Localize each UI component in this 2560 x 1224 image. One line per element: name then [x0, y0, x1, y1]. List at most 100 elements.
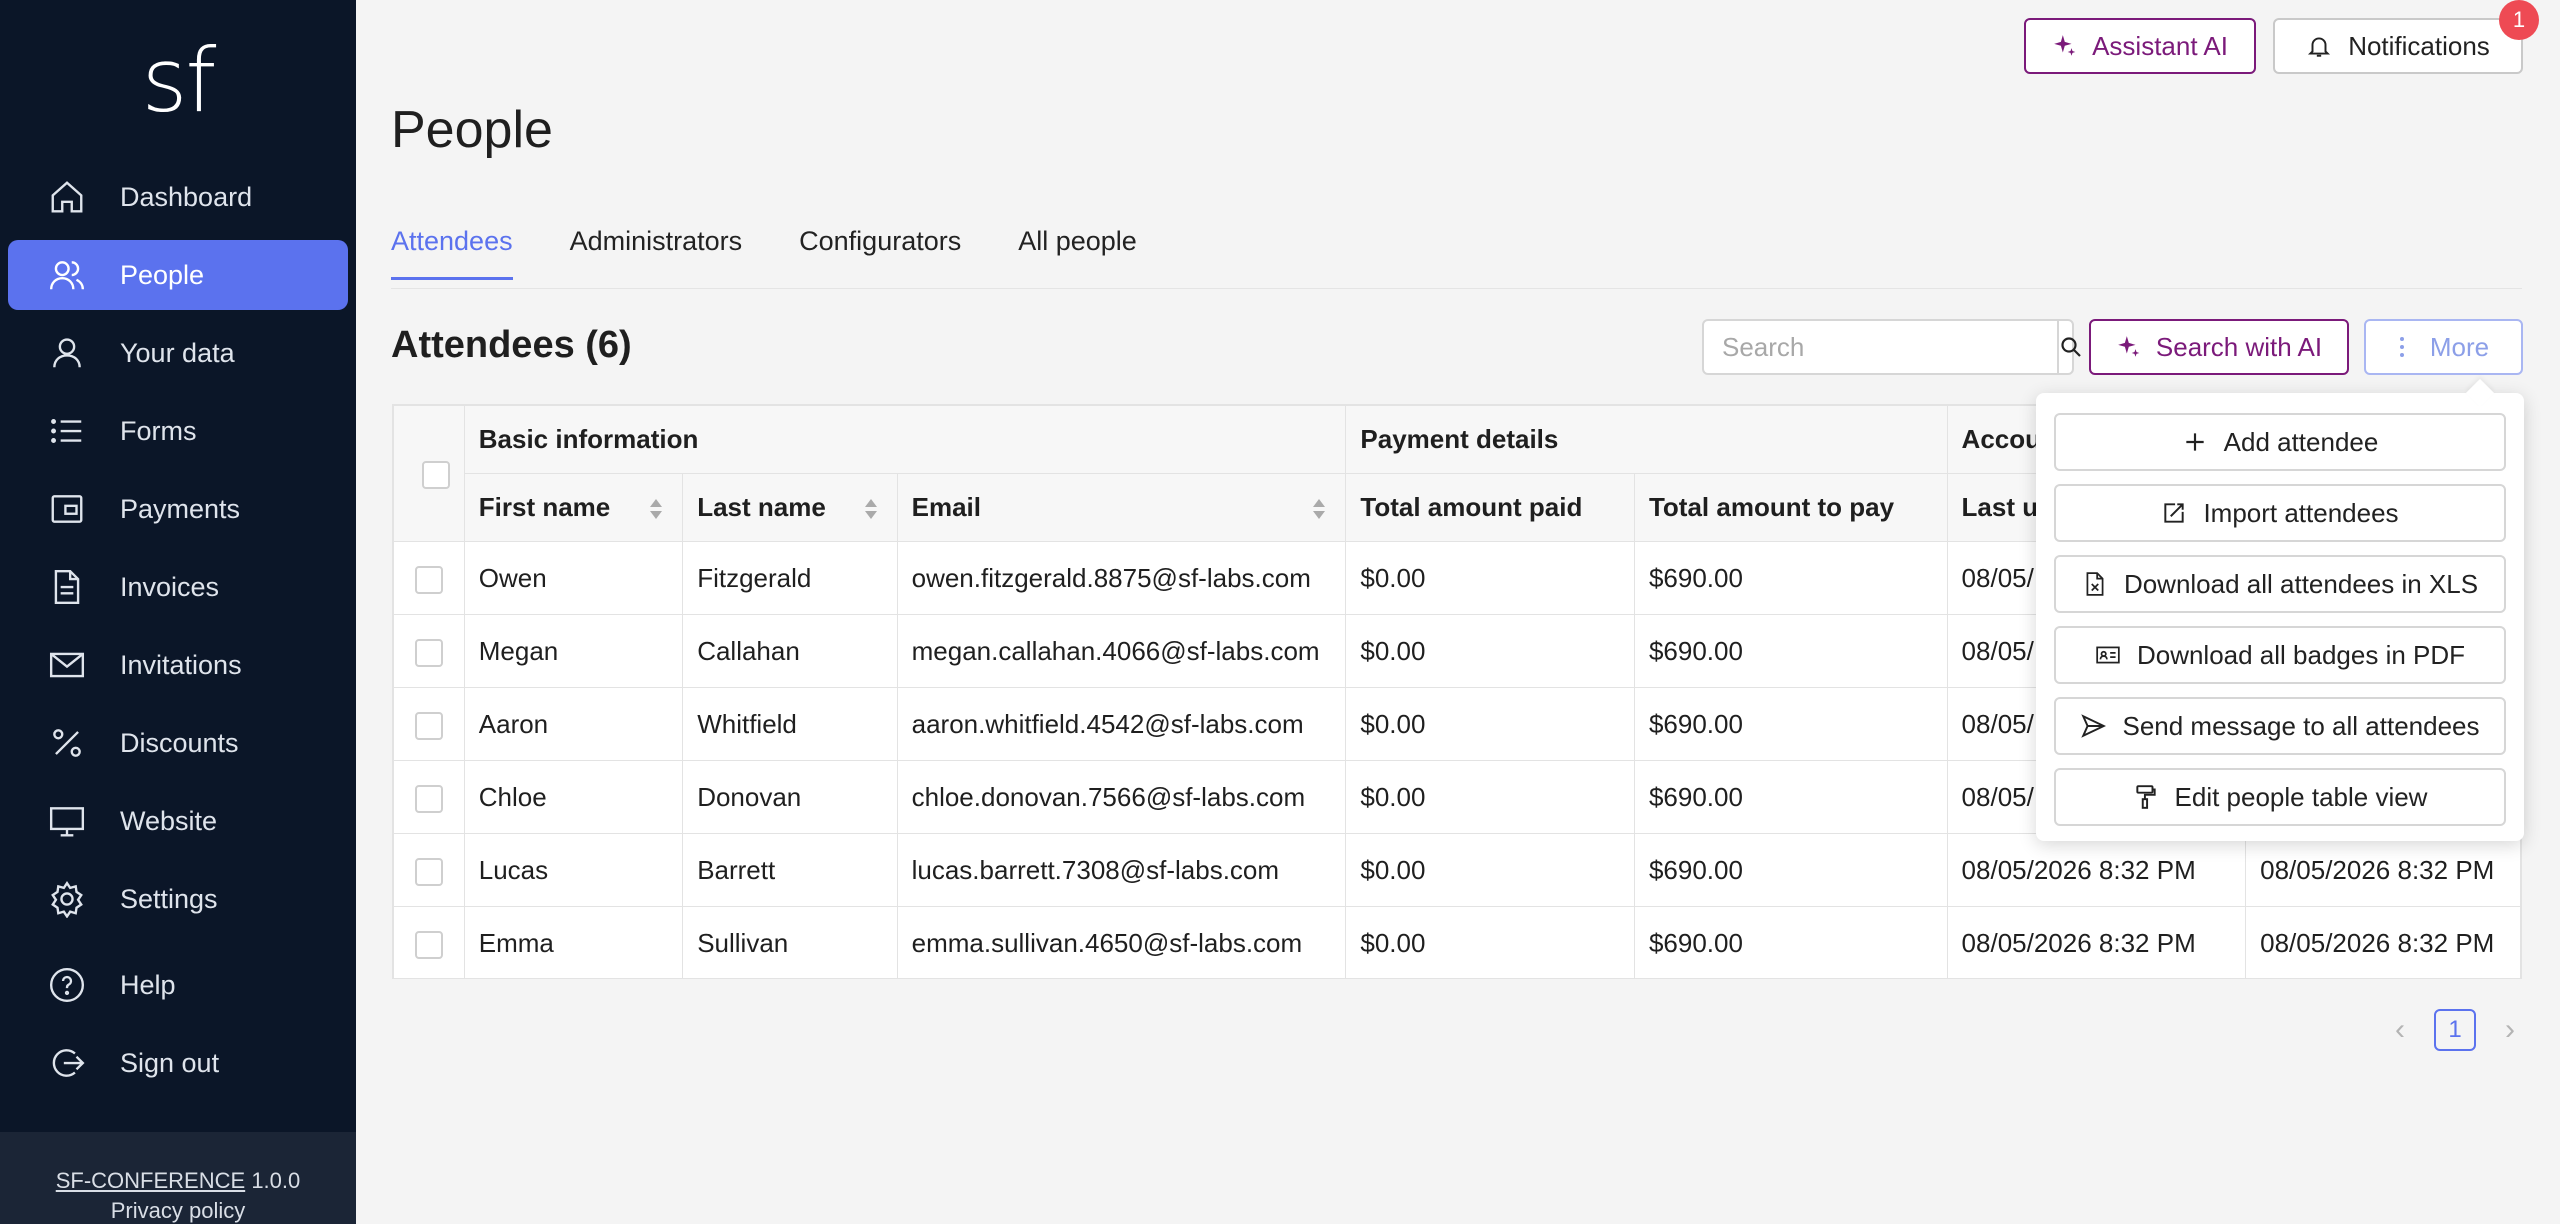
- more-dropdown-menu: Add attendee Import attendees Download a…: [2036, 393, 2524, 841]
- search-input[interactable]: [1704, 321, 2057, 373]
- row-checkbox[interactable]: [414, 565, 443, 594]
- select-all-checkbox[interactable]: [421, 461, 450, 490]
- tab-administrators[interactable]: Administrators: [570, 226, 743, 280]
- sidebar: sf Dashboard People Your data Forms Paym…: [0, 0, 356, 1224]
- people-tabs: Attendees Administrators Configurators A…: [391, 226, 1194, 280]
- row-checkbox[interactable]: [414, 711, 443, 740]
- table-cell: Chloe: [463, 760, 684, 834]
- sidebar-item-website[interactable]: Website: [8, 786, 348, 856]
- table-cell: chloe.donovan.7566@sf-labs.com: [896, 760, 1347, 834]
- sidebar-item-your-data[interactable]: Your data: [8, 318, 348, 388]
- table-cell: $690.00: [1633, 614, 1948, 688]
- privacy-policy-link[interactable]: Privacy policy: [0, 1196, 356, 1224]
- app-name-link[interactable]: SF-CONFERENCE: [56, 1168, 245, 1193]
- prev-page-button[interactable]: ‹: [2380, 1007, 2420, 1053]
- sort-icon: [1313, 499, 1326, 519]
- menu-item-label: Download all badges in PDF: [2136, 639, 2466, 670]
- table-cell: 08/05/2026 8:32 PM: [1946, 906, 2247, 978]
- table-cell: owen.fitzgerald.8875@sf-labs.com: [896, 541, 1347, 615]
- column-total-paid: Total amount paid: [1345, 473, 1635, 542]
- row-select-cell: [393, 541, 465, 615]
- sort-icon: [864, 499, 877, 519]
- row-checkbox[interactable]: [414, 784, 443, 813]
- sidebar-item-forms[interactable]: Forms: [8, 396, 348, 466]
- import-attendees-button[interactable]: Import attendees: [2054, 484, 2506, 542]
- table-cell: Megan: [463, 614, 684, 688]
- table-cell: 08/05/2026 8:32 PM: [1946, 833, 2247, 907]
- more-button[interactable]: More: [2364, 319, 2523, 375]
- row-select-cell: [393, 760, 465, 834]
- table-row[interactable]: Emma Sullivan emma.sullivan.4650@sf-labs.c…: [393, 906, 2521, 978]
- download-badges-button[interactable]: Download all badges in PDF: [2054, 626, 2506, 684]
- add-attendee-button[interactable]: Add attendee: [2054, 413, 2506, 471]
- table-cell: megan.callahan.4066@sf-labs.com: [896, 614, 1347, 688]
- tab-all-people[interactable]: All people: [1018, 226, 1137, 280]
- menu-item-label: Send message to all attendees: [2122, 710, 2480, 741]
- sparkle-icon: [2054, 35, 2076, 56]
- table-cell: $690.00: [1633, 760, 1948, 834]
- table-row[interactable]: Lucas Barrett lucas.barrett.7308@sf-labs.c…: [393, 833, 2521, 907]
- mail-icon: [49, 652, 85, 678]
- group-payment-details: Payment details: [1345, 405, 1948, 474]
- import-icon: [2164, 503, 2185, 523]
- sign-out-icon: [52, 1049, 85, 1077]
- sidebar-item-sign-out[interactable]: Sign out: [8, 1028, 348, 1098]
- sidebar-item-label: Help: [120, 969, 176, 1000]
- download-xls-button[interactable]: Download all attendees in XLS: [2054, 555, 2506, 613]
- column-total-to-pay: Total amount to pay: [1633, 473, 1948, 542]
- table-cell: Donovan: [682, 760, 898, 834]
- tab-attendees[interactable]: Attendees: [391, 226, 513, 280]
- search-button[interactable]: [2057, 321, 2083, 373]
- table-cell: $0.00: [1345, 541, 1635, 615]
- page-title: People: [391, 101, 553, 159]
- row-checkbox[interactable]: [414, 638, 443, 667]
- sidebar-item-label: Your data: [120, 337, 235, 368]
- table-cell: Owen: [463, 541, 684, 615]
- sidebar-item-dashboard[interactable]: Dashboard: [8, 162, 348, 232]
- tabs-divider: [391, 288, 2522, 289]
- menu-item-label: Add attendee: [2223, 426, 2379, 457]
- table-cell: $690.00: [1633, 906, 1948, 978]
- sidebar-item-payments[interactable]: Payments: [8, 474, 348, 544]
- table-cell: aaron.whitfield.4542@sf-labs.com: [896, 687, 1347, 761]
- app-logo: sf: [141, 29, 217, 132]
- column-first-name[interactable]: First name: [463, 473, 684, 542]
- list-icon: [51, 419, 82, 443]
- sidebar-item-invoices[interactable]: Invoices: [8, 552, 348, 622]
- sidebar-footer: SF-CONFERENCE 1.0.0 Privacy policy: [0, 1132, 356, 1224]
- sidebar-item-people[interactable]: People: [8, 240, 348, 310]
- xls-file-icon: [2086, 572, 2104, 596]
- menu-item-label: Import attendees: [2203, 497, 2399, 528]
- assistant-ai-button[interactable]: Assistant AI: [2024, 18, 2256, 74]
- tab-configurators[interactable]: Configurators: [799, 226, 961, 280]
- menu-item-label: Edit people table view: [2174, 781, 2428, 812]
- notifications-button[interactable]: Notifications: [2273, 18, 2523, 74]
- chevron-right-icon: ›: [2505, 1013, 2515, 1046]
- edit-table-view-button[interactable]: Edit people table view: [2054, 768, 2506, 826]
- sidebar-item-label: Invitations: [120, 649, 242, 680]
- table-cell: $690.00: [1633, 833, 1948, 907]
- page-number-button[interactable]: 1: [2434, 1009, 2476, 1051]
- row-select-cell: [393, 833, 465, 907]
- table-cell: emma.sullivan.4650@sf-labs.com: [896, 906, 1347, 978]
- sidebar-item-settings[interactable]: Settings: [8, 864, 348, 934]
- sparkle-icon: [2118, 336, 2140, 357]
- row-checkbox[interactable]: [414, 930, 443, 959]
- next-page-button[interactable]: ›: [2490, 1007, 2530, 1053]
- row-checkbox[interactable]: [414, 857, 443, 886]
- sidebar-item-help[interactable]: Help: [8, 950, 348, 1020]
- row-select-cell: [393, 906, 465, 978]
- document-icon: [54, 569, 80, 605]
- table-cell: 08/05/2026 8:32 PM: [2245, 906, 2521, 978]
- sidebar-item-invitations[interactable]: Invitations: [8, 630, 348, 700]
- people-icon: [49, 261, 85, 290]
- search-icon: [2061, 337, 2081, 357]
- search-with-ai-button[interactable]: Search with AI: [2089, 319, 2349, 375]
- section-title: Attendees (6): [391, 324, 632, 366]
- more-label: More: [2429, 331, 2490, 362]
- plus-icon: [2185, 433, 2204, 451]
- send-message-button[interactable]: Send message to all attendees: [2054, 697, 2506, 755]
- column-email[interactable]: Email: [896, 473, 1347, 542]
- column-last-name[interactable]: Last name: [682, 473, 898, 542]
- sidebar-item-discounts[interactable]: Discounts: [8, 708, 348, 778]
